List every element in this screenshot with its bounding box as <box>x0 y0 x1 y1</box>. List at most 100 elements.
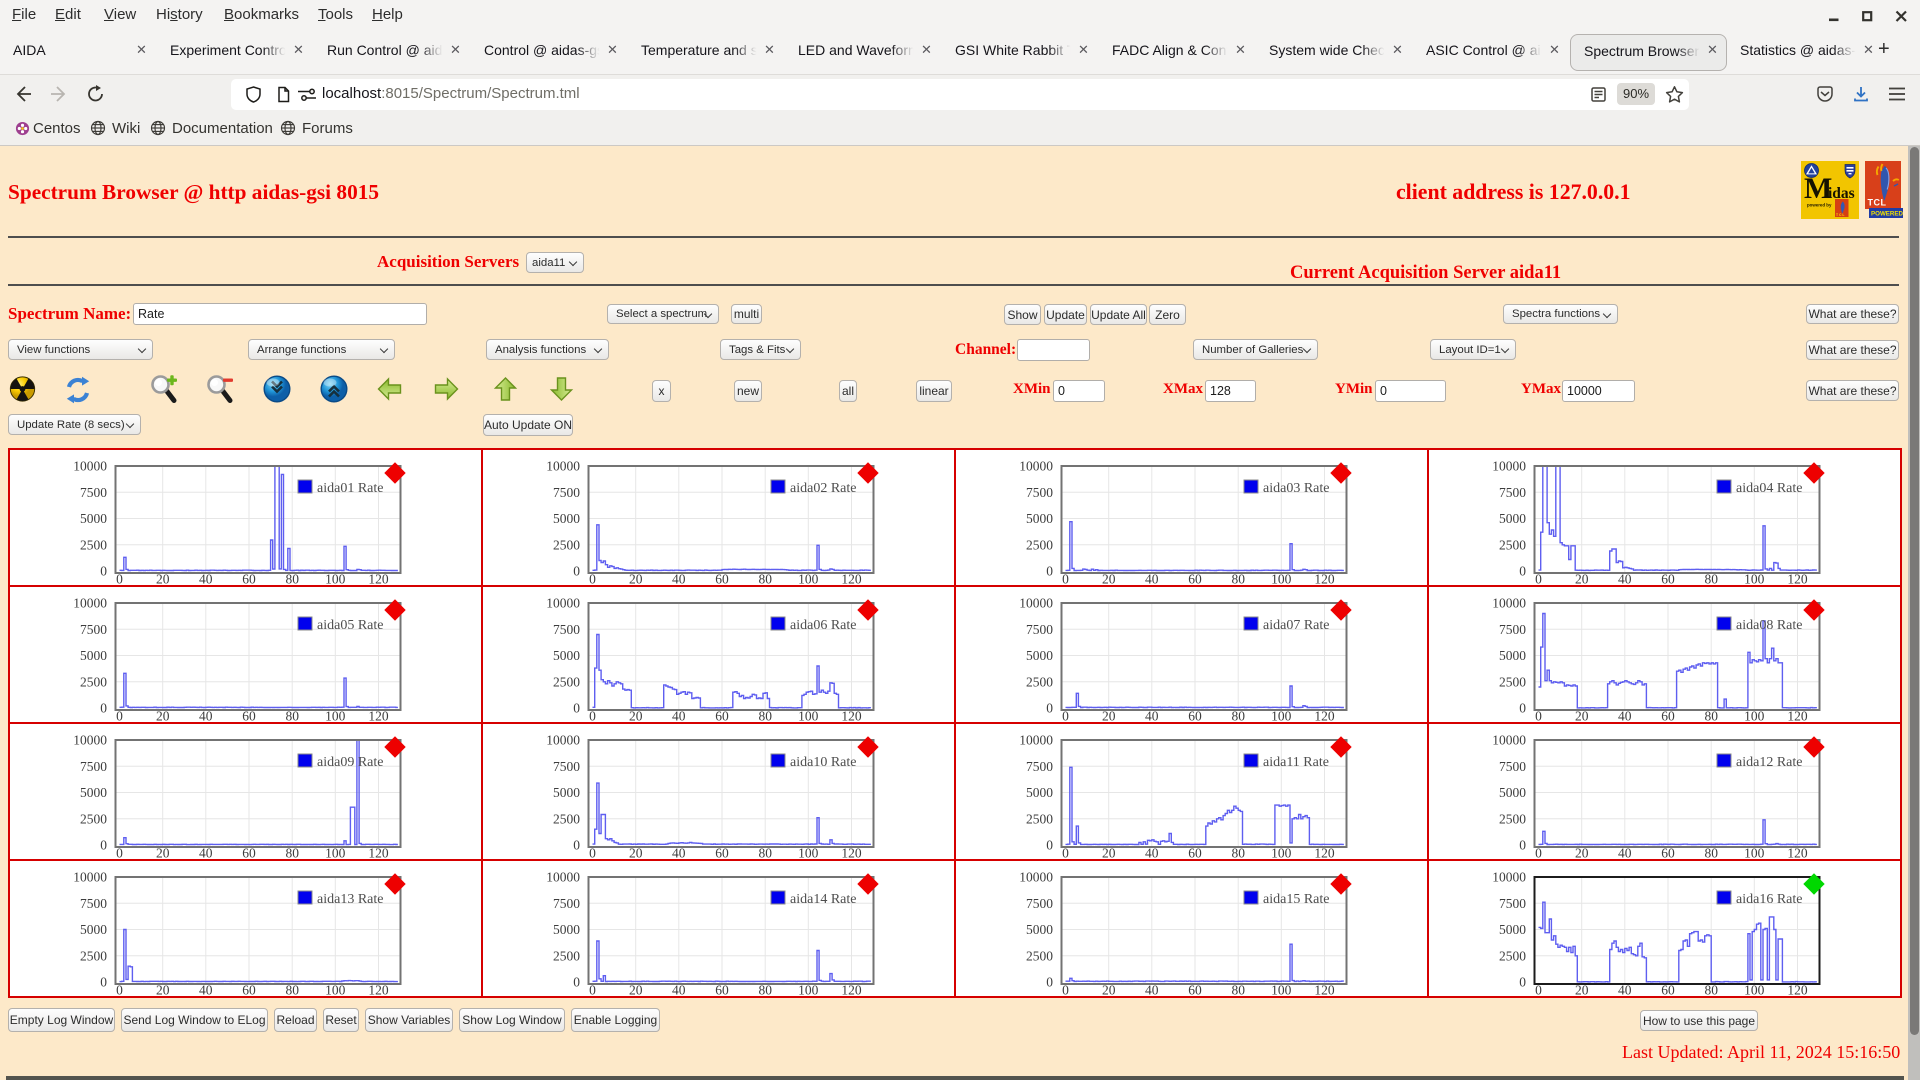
svg-text:0: 0 <box>1046 564 1053 579</box>
svg-text:80: 80 <box>1704 572 1718 586</box>
svg-text:80: 80 <box>285 572 299 586</box>
svg-text:40: 40 <box>1145 709 1159 723</box>
svg-text:0: 0 <box>1519 701 1526 716</box>
svg-text:2500: 2500 <box>1026 674 1053 689</box>
svg-text:40: 40 <box>1145 983 1159 997</box>
svg-text:10000: 10000 <box>546 596 580 611</box>
svg-text:aida09 Rate: aida09 Rate <box>317 755 383 770</box>
svg-text:100: 100 <box>1271 709 1292 723</box>
svg-text:7500: 7500 <box>1026 759 1053 774</box>
svg-text:0: 0 <box>573 838 580 853</box>
svg-text:120: 120 <box>841 846 862 860</box>
svg-text:120: 120 <box>368 572 389 586</box>
svg-text:80: 80 <box>1704 983 1718 997</box>
svg-text:2500: 2500 <box>80 537 107 552</box>
svg-text:60: 60 <box>715 709 729 723</box>
svg-text:60: 60 <box>242 846 256 860</box>
svg-text:60: 60 <box>715 983 729 997</box>
svg-text:20: 20 <box>1575 846 1589 860</box>
svg-text:40: 40 <box>672 709 686 723</box>
svg-text:2500: 2500 <box>80 948 107 963</box>
svg-text:120: 120 <box>841 709 862 723</box>
svg-text:40: 40 <box>672 572 686 586</box>
svg-text:80: 80 <box>758 572 772 586</box>
svg-text:5000: 5000 <box>80 785 107 800</box>
svg-text:80: 80 <box>758 846 772 860</box>
svg-text:10000: 10000 <box>546 870 580 885</box>
svg-text:aida11 Rate: aida11 Rate <box>1263 755 1329 770</box>
svg-text:0: 0 <box>589 983 596 997</box>
svg-text:100: 100 <box>1744 709 1765 723</box>
svg-text:POWERED: POWERED <box>1871 211 1903 218</box>
svg-text:0: 0 <box>116 983 123 997</box>
svg-text:0: 0 <box>1519 975 1526 990</box>
svg-text:120: 120 <box>1787 709 1808 723</box>
svg-text:T C L: T C L <box>1836 213 1844 217</box>
svg-text:aida03 Rate: aida03 Rate <box>1263 481 1329 496</box>
svg-text:0: 0 <box>1046 838 1053 853</box>
svg-text:aida10 Rate: aida10 Rate <box>790 755 856 770</box>
svg-text:20: 20 <box>1102 572 1116 586</box>
svg-text:40: 40 <box>672 983 686 997</box>
svg-text:100: 100 <box>1744 983 1765 997</box>
svg-text:aida15 Rate: aida15 Rate <box>1263 892 1329 907</box>
svg-text:0: 0 <box>1062 572 1069 586</box>
svg-text:80: 80 <box>758 983 772 997</box>
svg-text:5000: 5000 <box>1026 922 1053 937</box>
svg-text:aida01 Rate: aida01 Rate <box>317 481 383 496</box>
svg-text:7500: 7500 <box>553 485 580 500</box>
svg-text:7500: 7500 <box>1026 485 1053 500</box>
svg-text:120: 120 <box>1787 572 1808 586</box>
svg-text:20: 20 <box>156 983 170 997</box>
svg-text:5000: 5000 <box>1026 511 1053 526</box>
svg-text:0: 0 <box>100 564 107 579</box>
svg-text:0: 0 <box>116 846 123 860</box>
svg-text:2500: 2500 <box>1026 811 1053 826</box>
svg-text:40: 40 <box>1618 846 1632 860</box>
svg-text:0: 0 <box>1062 846 1069 860</box>
svg-text:60: 60 <box>715 846 729 860</box>
svg-text:120: 120 <box>1314 983 1335 997</box>
svg-text:120: 120 <box>1787 846 1808 860</box>
svg-text:2500: 2500 <box>80 674 107 689</box>
svg-text:60: 60 <box>1188 846 1202 860</box>
svg-text:7500: 7500 <box>80 896 107 911</box>
svg-text:60: 60 <box>1188 572 1202 586</box>
svg-text:40: 40 <box>1145 572 1159 586</box>
svg-text:20: 20 <box>1575 572 1589 586</box>
svg-text:7500: 7500 <box>1026 896 1053 911</box>
svg-text:60: 60 <box>242 572 256 586</box>
svg-text:120: 120 <box>841 983 862 997</box>
svg-text:0: 0 <box>589 709 596 723</box>
svg-text:aida07 Rate: aida07 Rate <box>1263 618 1329 633</box>
svg-text:aida12 Rate: aida12 Rate <box>1736 755 1802 770</box>
svg-text:0: 0 <box>1519 838 1526 853</box>
svg-text:80: 80 <box>1704 846 1718 860</box>
svg-text:2500: 2500 <box>553 811 580 826</box>
svg-text:2500: 2500 <box>1499 537 1526 552</box>
svg-text:10000: 10000 <box>546 459 580 474</box>
svg-text:20: 20 <box>629 983 643 997</box>
svg-text:100: 100 <box>798 846 819 860</box>
svg-text:10000: 10000 <box>1019 459 1053 474</box>
svg-text:10000: 10000 <box>1492 596 1526 611</box>
svg-text:100: 100 <box>1271 846 1292 860</box>
svg-text:120: 120 <box>1314 572 1335 586</box>
svg-text:2500: 2500 <box>1499 948 1526 963</box>
svg-text:40: 40 <box>1618 572 1632 586</box>
svg-text:5000: 5000 <box>80 511 107 526</box>
svg-text:80: 80 <box>285 846 299 860</box>
svg-text:20: 20 <box>156 572 170 586</box>
svg-text:10000: 10000 <box>73 870 107 885</box>
svg-text:20: 20 <box>156 709 170 723</box>
svg-text:120: 120 <box>368 709 389 723</box>
svg-text:aida08 Rate: aida08 Rate <box>1736 618 1802 633</box>
svg-text:2500: 2500 <box>1499 811 1526 826</box>
svg-text:7500: 7500 <box>553 622 580 637</box>
svg-text:5000: 5000 <box>1499 648 1526 663</box>
svg-text:80: 80 <box>1231 846 1245 860</box>
svg-text:aida05 Rate: aida05 Rate <box>317 618 383 633</box>
svg-text:5000: 5000 <box>553 511 580 526</box>
svg-text:120: 120 <box>368 846 389 860</box>
svg-text:80: 80 <box>285 983 299 997</box>
